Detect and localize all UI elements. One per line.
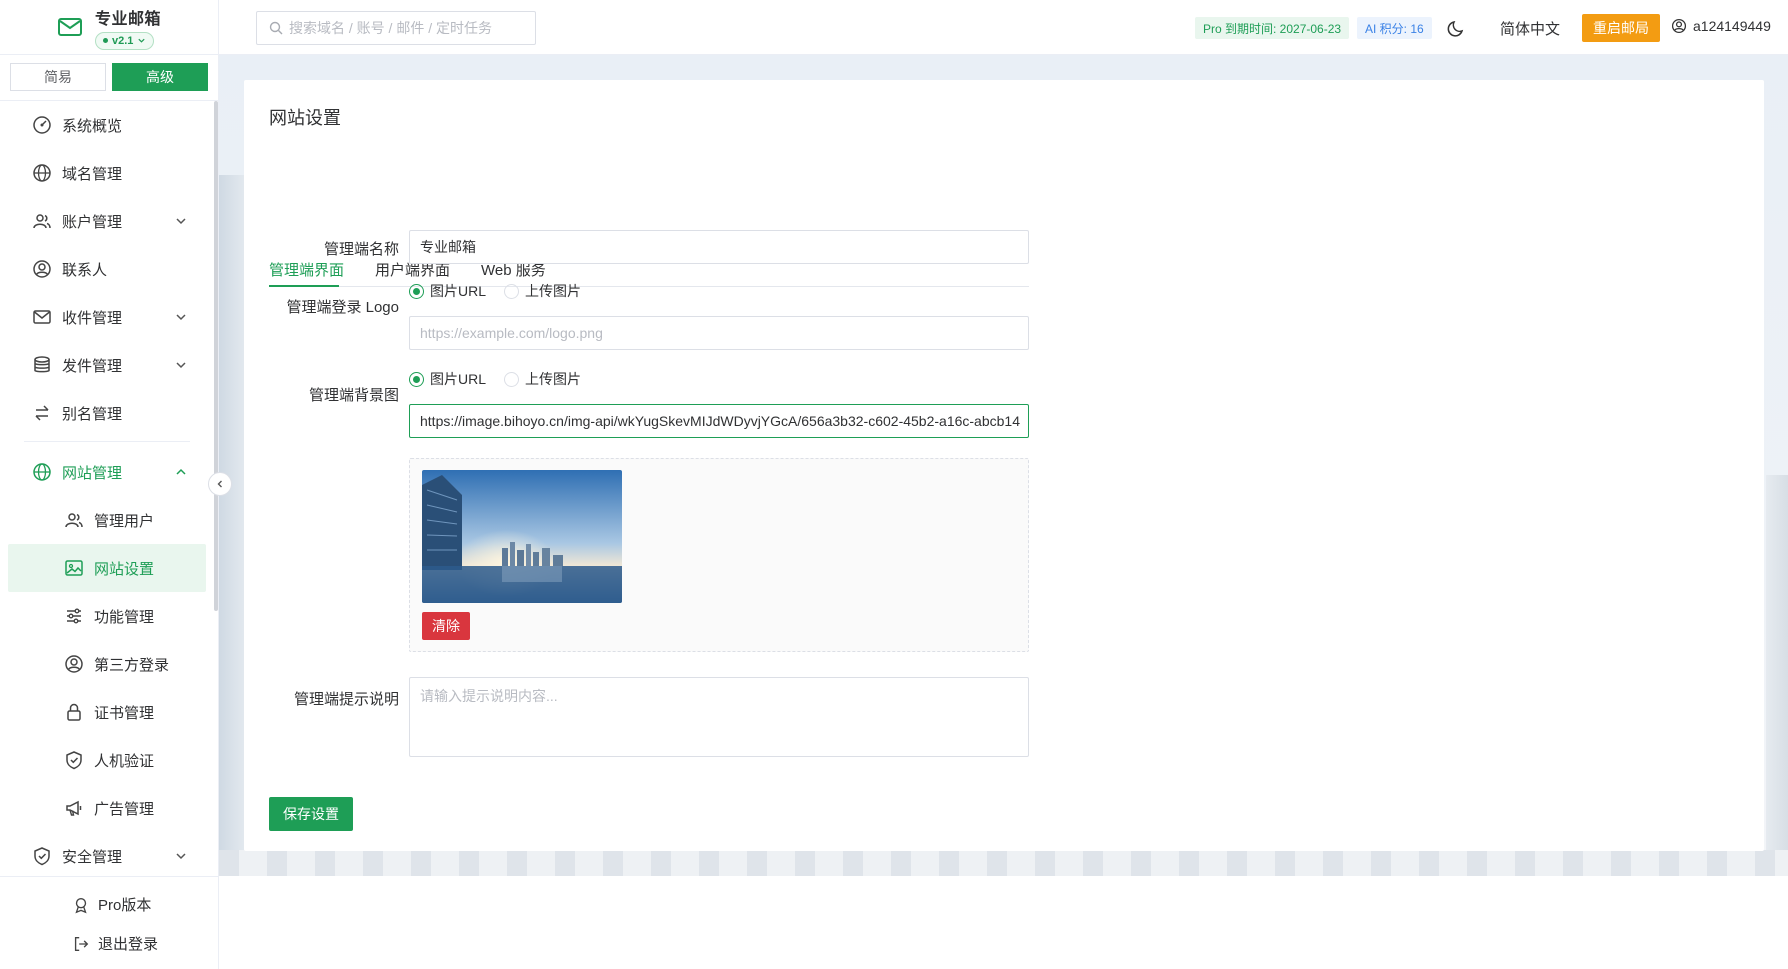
megaphone-icon: [66, 800, 82, 816]
background-radio-url[interactable]: 图片URL: [409, 369, 486, 389]
background-preview-image: [422, 470, 622, 603]
sidebar-item-website[interactable]: 网站管理: [0, 448, 214, 496]
pro-version-link[interactable]: Pro版本: [0, 885, 219, 924]
language-select[interactable]: 简体中文: [1500, 18, 1560, 39]
sliders-icon: [67, 608, 81, 624]
sidebar-item-captcha[interactable]: 人机验证: [0, 736, 214, 784]
mode-switch: 简易 高级: [0, 55, 218, 101]
logo-label: 管理端登录 Logo: [286, 299, 399, 316]
sidebar-item-features[interactable]: 功能管理: [0, 592, 214, 640]
logout-link[interactable]: 退出登录: [0, 924, 219, 963]
chevron-down-icon: [138, 38, 146, 43]
search-input[interactable]: [289, 20, 529, 36]
dashboard-icon: [33, 116, 51, 134]
sidebar-item-third-party[interactable]: 第三方登录: [0, 640, 214, 688]
shield-check-icon: [66, 751, 82, 770]
background-source-radio-group: 图片URL 上传图片: [409, 369, 591, 389]
version-badge[interactable]: v2.1: [94, 31, 155, 50]
image-icon: [65, 560, 83, 576]
moon-icon: [1447, 20, 1464, 37]
logo-source-radio-group: 图片URL 上传图片: [409, 281, 591, 301]
sidebar-item-ads[interactable]: 广告管理: [0, 784, 214, 832]
background-url-input[interactable]: https://image.bihoyo.cn/img-api/wkYugSke…: [409, 404, 1029, 438]
user-menu[interactable]: a124149449: [1671, 18, 1771, 34]
top-header: Pro 到期时间: 2027-06-23 AI 积分: 16 简体中文 重启邮局…: [219, 0, 1788, 55]
user-circle-icon: [33, 260, 51, 278]
chevron-up-icon: [176, 468, 186, 475]
chevron-down-icon: [176, 218, 186, 225]
sidebar-item-security[interactable]: 安全管理: [0, 832, 214, 876]
pro-expiry-tag: Pro 到期时间: 2027-06-23: [1195, 17, 1350, 39]
sidebar-bottom: Pro版本 退出登录: [0, 876, 219, 969]
dark-mode-toggle[interactable]: [1447, 18, 1467, 38]
search-icon: [269, 21, 283, 35]
background-preview: 清除: [409, 458, 1029, 652]
clear-background-button[interactable]: 清除: [422, 612, 470, 640]
logo-radio-url[interactable]: 图片URL: [409, 281, 486, 301]
mode-advanced-button[interactable]: 高级: [112, 63, 208, 91]
background-label: 管理端背景图: [308, 387, 399, 404]
restart-mail-button[interactable]: 重启邮局: [1582, 14, 1660, 42]
background-radio-upload[interactable]: 上传图片: [504, 369, 581, 389]
logout-icon: [74, 936, 89, 951]
save-settings-button[interactable]: 保存设置: [269, 797, 353, 831]
chevron-left-icon: [217, 480, 222, 488]
users-icon: [65, 513, 83, 528]
globe-icon: [33, 463, 51, 481]
award-icon: [75, 897, 87, 913]
tip-textarea[interactable]: 请输入提示说明内容...: [409, 677, 1029, 757]
shield-check-icon: [34, 847, 50, 866]
sidebar-item-accounts[interactable]: 账户管理: [0, 197, 214, 245]
sidebar-item-inbox[interactable]: 收件管理: [0, 293, 214, 341]
blank-area: [219, 876, 1788, 969]
ai-points-tag: AI 积分: 16: [1357, 17, 1432, 39]
menu-divider: [24, 441, 190, 442]
sidebar-item-admin-users[interactable]: 管理用户: [0, 496, 214, 544]
background-band: [219, 850, 1788, 876]
swap-icon: [35, 405, 49, 421]
brand: 专业邮箱 v2.1: [0, 0, 218, 55]
admin-name-input[interactable]: 专业邮箱: [409, 230, 1029, 264]
globe-icon: [33, 164, 51, 182]
sidebar-item-site-settings[interactable]: 网站设置: [8, 544, 206, 592]
admin-name-label: 管理端名称: [323, 241, 399, 258]
mail-icon: [33, 310, 51, 324]
sidebar-collapse-button[interactable]: [208, 472, 232, 496]
users-icon: [33, 214, 51, 229]
settings-form: 管理端名称 专业邮箱 管理端登录 Logo 图片URL 上传图片 https:/…: [244, 80, 1764, 851]
sidebar-scrollbar[interactable]: [214, 101, 218, 611]
sidebar-item-send[interactable]: 发件管理: [0, 341, 214, 389]
sidebar: 专业邮箱 v2.1 简易 高级 系统概览 域名管理 账户管理 联系人 收件管理 …: [0, 0, 219, 969]
sidebar-item-contacts[interactable]: 联系人: [0, 245, 214, 293]
mode-simple-button[interactable]: 简易: [10, 63, 106, 91]
sidebar-item-alias[interactable]: 别名管理: [0, 389, 214, 437]
sidebar-item-certs[interactable]: 证书管理: [0, 688, 214, 736]
chevron-down-icon: [176, 853, 186, 860]
brand-title: 专业邮箱: [94, 10, 161, 28]
chevron-down-icon: [176, 314, 186, 321]
tip-label: 管理端提示说明: [293, 691, 399, 708]
lock-icon: [67, 703, 81, 721]
logo-radio-upload[interactable]: 上传图片: [504, 281, 581, 301]
sidebar-item-overview[interactable]: 系统概览: [0, 101, 214, 149]
sidebar-item-domain[interactable]: 域名管理: [0, 149, 214, 197]
database-icon: [34, 356, 50, 373]
username: a124149449: [1693, 18, 1771, 34]
chevron-down-icon: [176, 362, 186, 369]
user-circle-icon: [1671, 18, 1687, 34]
logo-url-input[interactable]: https://example.com/logo.png: [409, 316, 1029, 350]
sidebar-menu: 系统概览 域名管理 账户管理 联系人 收件管理 发件管理 别名管理 网站管理 管…: [0, 101, 214, 876]
search-box[interactable]: [256, 11, 536, 45]
mail-icon: [57, 16, 83, 38]
user-circle-icon: [65, 655, 83, 673]
